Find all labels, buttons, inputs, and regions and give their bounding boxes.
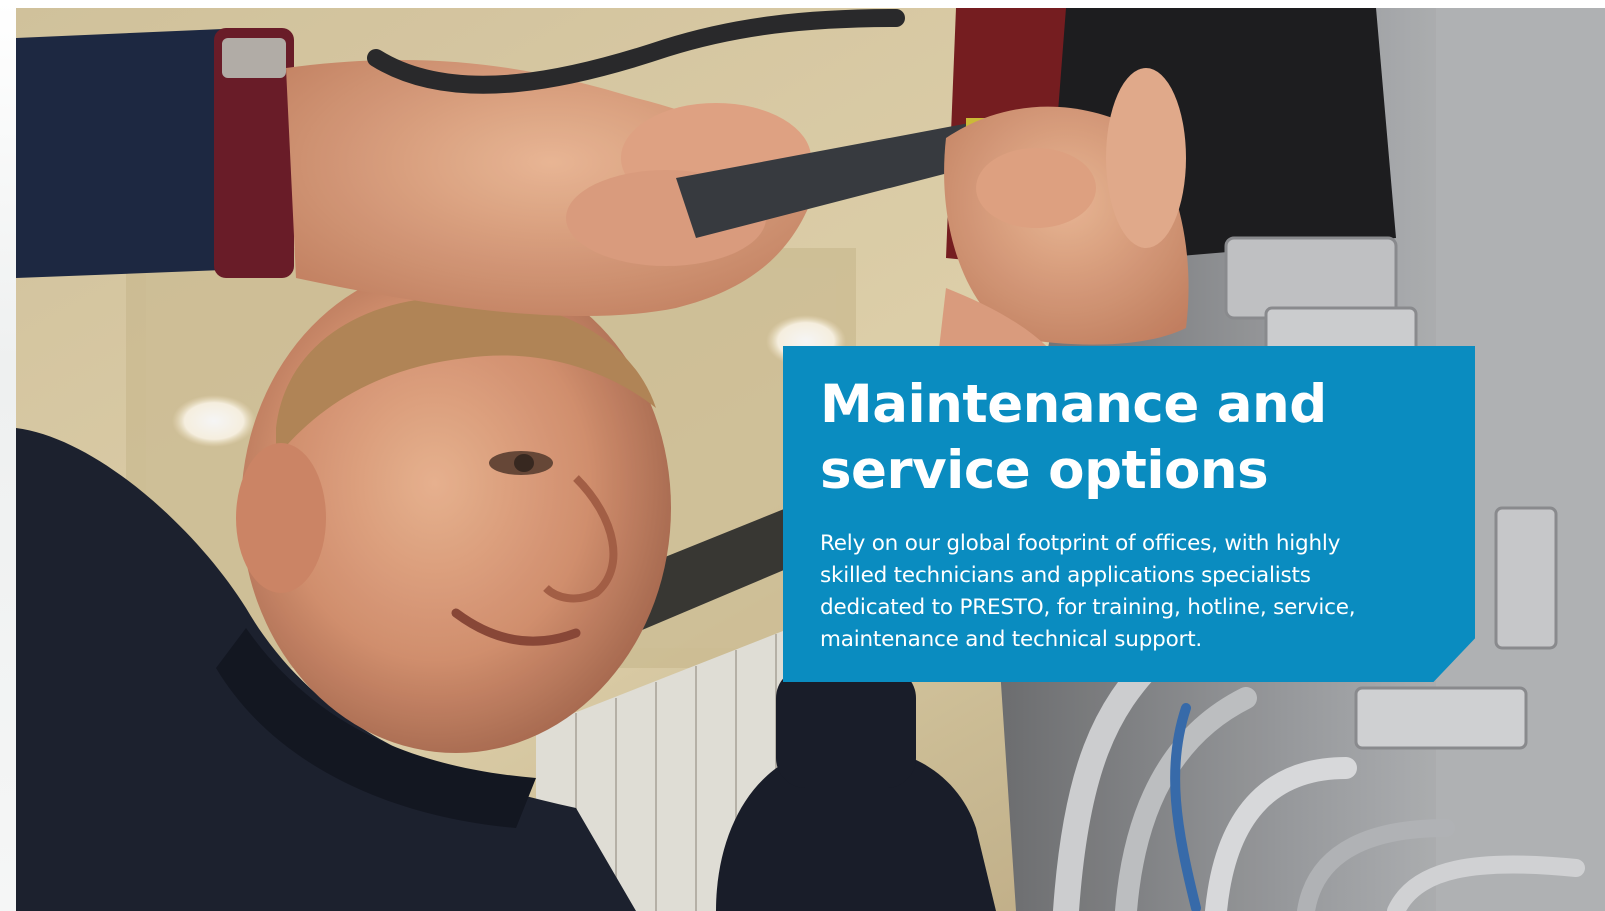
- panel-description-line-1: Rely on our global footprint of offices,…: [820, 531, 1341, 556]
- panel-heading-line-1: Maintenance and: [820, 374, 1327, 435]
- brochure-page: Maintenance and service options Rely on …: [0, 0, 1605, 911]
- panel-description-line-3: dedicated to PRESTO, for training, hotli…: [820, 595, 1356, 620]
- panel-description: Rely on our global footprint of offices,…: [820, 528, 1439, 656]
- page-margin-strip: [0, 0, 16, 911]
- service-info-panel: Maintenance and service options Rely on …: [783, 346, 1475, 682]
- panel-heading: Maintenance and service options: [820, 372, 1439, 504]
- panel-description-line-4: maintenance and technical support.: [820, 627, 1203, 652]
- panel-description-line-2: skilled technicians and applications spe…: [820, 563, 1311, 588]
- panel-heading-line-2: service options: [820, 440, 1269, 501]
